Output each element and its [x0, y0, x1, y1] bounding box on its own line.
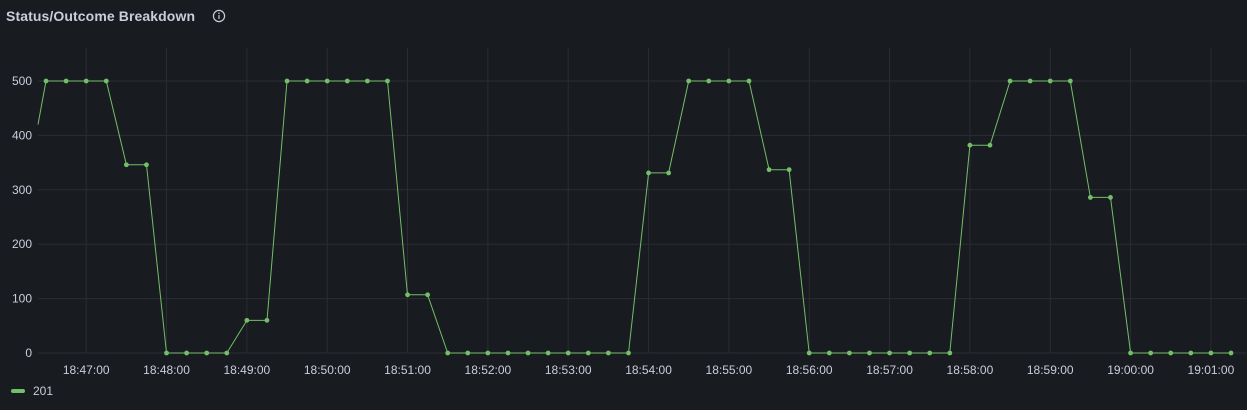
- legend-swatch[interactable]: [11, 389, 25, 393]
- y-tick-label: 500: [12, 74, 32, 88]
- data-point[interactable]: [505, 350, 511, 356]
- data-point[interactable]: [144, 162, 149, 168]
- data-point[interactable]: [1067, 78, 1073, 84]
- x-tick-label: 18:53:00: [545, 363, 592, 377]
- x-tick-label: 18:48:00: [143, 363, 190, 377]
- panel-title: Status/Outcome Breakdown: [6, 8, 196, 24]
- data-point[interactable]: [786, 167, 792, 173]
- data-point[interactable]: [304, 78, 310, 84]
- x-tick-label: 18:47:00: [63, 363, 110, 377]
- data-point[interactable]: [465, 350, 471, 356]
- data-point[interactable]: [947, 350, 953, 356]
- data-point[interactable]: [927, 350, 933, 356]
- data-point[interactable]: [485, 350, 491, 356]
- data-point[interactable]: [987, 142, 993, 148]
- x-tick-label: 18:49:00: [224, 363, 271, 377]
- data-point[interactable]: [1108, 195, 1113, 200]
- data-point[interactable]: [826, 350, 832, 356]
- data-point[interactable]: [425, 292, 431, 298]
- data-point[interactable]: [626, 350, 631, 356]
- data-point[interactable]: [1168, 350, 1174, 356]
- data-point[interactable]: [525, 350, 531, 356]
- data-point[interactable]: [706, 78, 712, 84]
- data-point[interactable]: [585, 350, 591, 356]
- data-point[interactable]: [565, 350, 571, 356]
- panel-header: Status/Outcome Breakdown: [6, 6, 226, 26]
- data-point[interactable]: [385, 78, 390, 84]
- data-point[interactable]: [867, 350, 872, 356]
- data-point[interactable]: [605, 350, 611, 356]
- y-tick-label: 400: [12, 128, 32, 142]
- data-point[interactable]: [1007, 78, 1013, 84]
- data-point[interactable]: [1148, 350, 1154, 356]
- x-tick-label: 18:50:00: [304, 363, 351, 377]
- data-point[interactable]: [164, 350, 169, 356]
- data-point[interactable]: [686, 78, 692, 84]
- data-point[interactable]: [244, 317, 250, 323]
- data-point[interactable]: [726, 78, 732, 84]
- data-point[interactable]: [1087, 195, 1093, 200]
- data-point[interactable]: [184, 350, 190, 356]
- x-tick-label: 18:59:00: [1027, 363, 1074, 377]
- x-tick-label: 18:54:00: [625, 363, 672, 377]
- data-point[interactable]: [204, 350, 210, 356]
- data-point[interactable]: [63, 78, 69, 84]
- data-point[interactable]: [887, 350, 892, 356]
- line-chart: 0 100 200 300 400 500 18:47:00 18:48:00 18:49:00…: [12, 48, 1247, 377]
- data-point[interactable]: [324, 78, 330, 84]
- x-tick-label: 19:01:00: [1188, 363, 1235, 377]
- x-tick-label: 18:55:00: [706, 363, 753, 377]
- info-circle-icon[interactable]: [212, 9, 226, 23]
- y-tick-label: 200: [12, 237, 32, 251]
- data-point[interactable]: [766, 167, 772, 173]
- data-point[interactable]: [967, 142, 973, 148]
- data-point[interactable]: [1228, 350, 1234, 356]
- y-tick-label: 100: [12, 292, 32, 306]
- data-point[interactable]: [284, 78, 290, 84]
- legend-label[interactable]: 201: [33, 384, 53, 398]
- data-point[interactable]: [405, 292, 410, 298]
- data-point[interactable]: [746, 78, 752, 84]
- data-point[interactable]: [445, 350, 451, 356]
- data-point[interactable]: [344, 78, 350, 84]
- data-point[interactable]: [224, 350, 230, 356]
- x-tick-label: 18:52:00: [465, 363, 512, 377]
- data-point[interactable]: [907, 350, 913, 356]
- data-point[interactable]: [545, 350, 551, 356]
- data-point[interactable]: [123, 162, 129, 168]
- x-tick-label: 18:51:00: [384, 363, 431, 377]
- data-point[interactable]: [1208, 350, 1214, 356]
- data-point[interactable]: [103, 78, 109, 84]
- data-point[interactable]: [1188, 350, 1194, 356]
- data-point[interactable]: [43, 78, 49, 84]
- data-point[interactable]: [1027, 78, 1033, 84]
- data-point[interactable]: [806, 350, 812, 356]
- data-point[interactable]: [646, 170, 651, 176]
- chart-legend: 201: [11, 383, 53, 399]
- data-point[interactable]: [364, 78, 370, 84]
- chart-panel: 0 100 200 300 400 500 18:47:00 18:48:00 18:49:00…: [0, 0, 1247, 410]
- x-tick-label: 18:56:00: [786, 363, 833, 377]
- series-line-201: [37, 80, 1231, 354]
- data-point[interactable]: [846, 350, 852, 356]
- data-point[interactable]: [1128, 350, 1133, 356]
- data-point[interactable]: [666, 170, 672, 176]
- y-tick-label: 0: [25, 346, 32, 360]
- x-tick-label: 19:00:00: [1107, 363, 1154, 377]
- x-tick-label: 18:57:00: [866, 363, 913, 377]
- data-point[interactable]: [1047, 78, 1053, 84]
- data-point[interactable]: [83, 78, 89, 84]
- x-tick-label: 18:58:00: [947, 363, 994, 377]
- data-point[interactable]: [264, 317, 270, 323]
- y-tick-label: 300: [12, 183, 32, 197]
